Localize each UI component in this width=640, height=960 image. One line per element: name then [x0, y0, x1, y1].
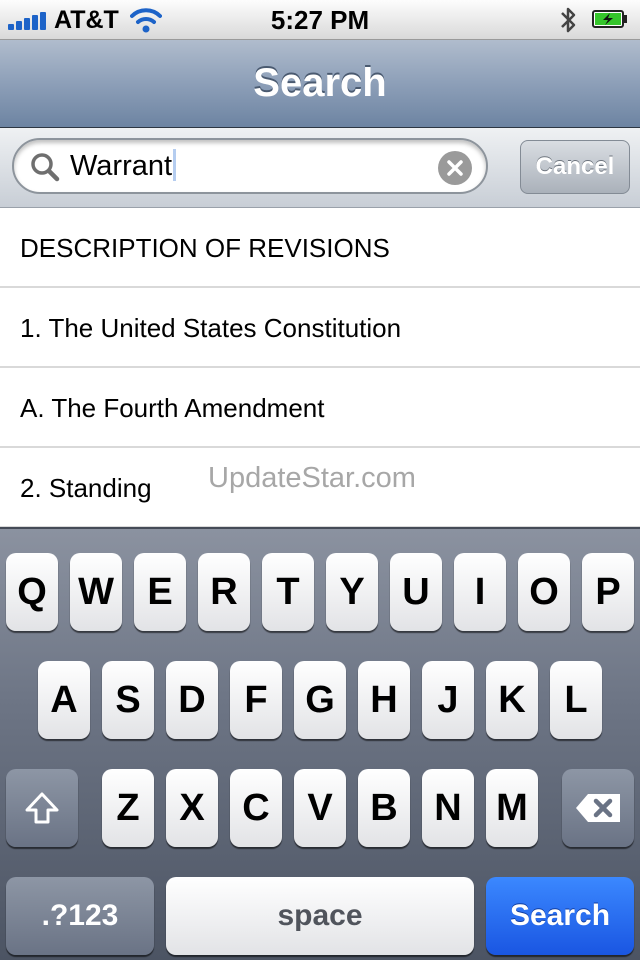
key-z[interactable]: Z — [102, 769, 154, 847]
key-r[interactable]: R — [198, 553, 250, 631]
key-e[interactable]: E — [134, 553, 186, 631]
key-w[interactable]: W — [70, 553, 122, 631]
status-bar: AT&T 5:27 PM — [0, 0, 640, 40]
shift-key[interactable] — [6, 769, 78, 847]
key-a[interactable]: A — [38, 661, 90, 739]
clear-icon[interactable] — [438, 151, 472, 185]
search-icon — [31, 153, 60, 182]
page-title: Search — [253, 61, 387, 105]
list-item[interactable]: DESCRIPTION OF REVISIONS — [0, 208, 640, 288]
key-d[interactable]: D — [166, 661, 218, 739]
search-key[interactable]: Search — [486, 877, 634, 955]
battery-charging-icon — [592, 10, 627, 28]
key-y[interactable]: Y — [326, 553, 378, 631]
key-b[interactable]: B — [358, 769, 410, 847]
search-input[interactable]: Warrant — [12, 138, 488, 194]
list-item[interactable]: 1. The United States Constitution — [0, 288, 640, 368]
list-item-label: 1. The United States Constitution — [20, 313, 402, 343]
key-t[interactable]: T — [262, 553, 314, 631]
navigation-bar: Search — [0, 40, 640, 128]
watermark: UpdateStar.com — [208, 462, 416, 494]
space-key[interactable]: space — [166, 877, 474, 955]
key-v[interactable]: V — [294, 769, 346, 847]
key-k[interactable]: K — [486, 661, 538, 739]
backspace-icon — [576, 794, 620, 822]
shift-icon — [25, 792, 59, 824]
key-j[interactable]: J — [422, 661, 474, 739]
key-c[interactable]: C — [230, 769, 282, 847]
list-item-label: A. The Fourth Amendment — [20, 393, 325, 423]
status-time: 5:27 PM — [270, 5, 370, 35]
numbers-key[interactable]: .?123 — [6, 877, 154, 955]
key-i[interactable]: I — [454, 553, 506, 631]
key-l[interactable]: L — [550, 661, 602, 739]
cancel-button[interactable]: Cancel — [520, 140, 630, 194]
key-p[interactable]: P — [582, 553, 634, 631]
key-h[interactable]: H — [358, 661, 410, 739]
key-u[interactable]: U — [390, 553, 442, 631]
search-bar: Warrant Cancel — [0, 128, 640, 208]
list-item-label: DESCRIPTION OF REVISIONS — [20, 233, 390, 263]
key-n[interactable]: N — [422, 769, 474, 847]
keyboard: Q W E R T Y U I O P A S D F G H J K L Z … — [0, 527, 640, 960]
key-o[interactable]: O — [518, 553, 570, 631]
key-q[interactable]: Q — [6, 553, 58, 631]
backspace-key[interactable] — [562, 769, 634, 847]
list-item[interactable]: A. The Fourth Amendment — [0, 368, 640, 448]
list-item-label: 2. Standing — [20, 473, 152, 503]
key-s[interactable]: S — [102, 661, 154, 739]
bluetooth-icon — [561, 7, 576, 33]
key-x[interactable]: X — [166, 769, 218, 847]
key-m[interactable]: M — [486, 769, 538, 847]
key-g[interactable]: G — [294, 661, 346, 739]
search-input-value[interactable]: Warrant — [70, 148, 177, 184]
key-f[interactable]: F — [230, 661, 282, 739]
